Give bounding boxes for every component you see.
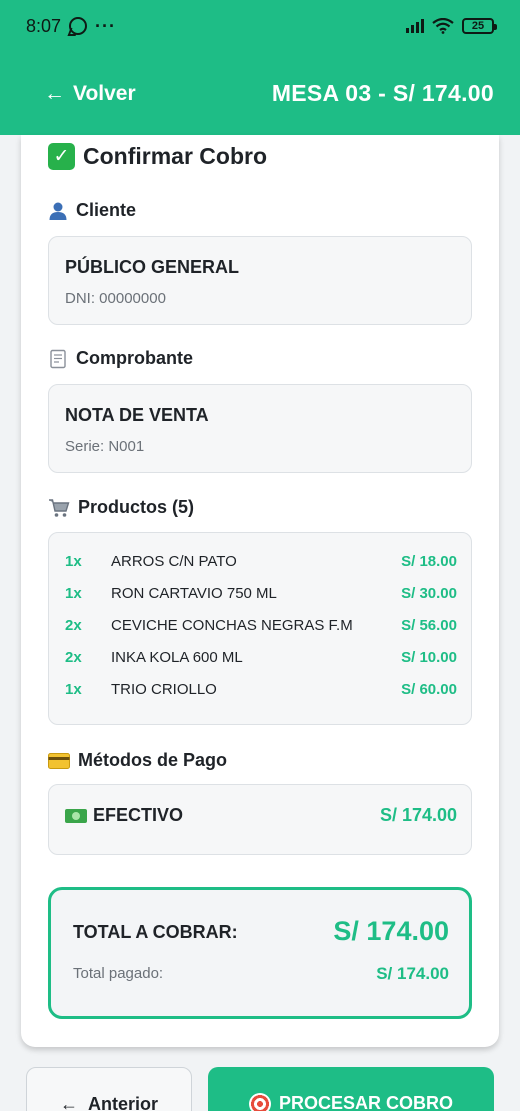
product-name: INKA KOLA 600 ML (111, 648, 243, 666)
voucher-box: NOTA DE VENTA Serie: N001 (48, 384, 472, 473)
product-qty: 1x (65, 552, 82, 570)
more-dots-icon: ··· (95, 15, 117, 36)
product-row: 1x ARROS C/N PATO S/ 18.00 (65, 550, 457, 572)
back-label: Volver (73, 81, 136, 105)
status-right: 25 (406, 18, 497, 34)
product-price: S/ 10.00 (401, 648, 457, 666)
paid-label: Total pagado: (73, 965, 164, 982)
products-section-title: Productos (5) (48, 497, 194, 518)
receipt-icon (50, 349, 66, 368)
product-row: 1x TRIO CRIOLLO S/ 60.00 (65, 678, 457, 700)
previous-arrow-icon: ← (59, 1094, 78, 1111)
voucher-series: Serie: N001 (65, 438, 145, 455)
back-arrow-icon: ← (44, 81, 65, 105)
target-icon (248, 1093, 271, 1111)
back-button[interactable]: ← Volver (44, 82, 136, 106)
client-box: PÚBLICO GENERAL DNI: 00000000 (48, 236, 472, 325)
card-icon (48, 752, 70, 769)
products-section-label: Productos (5) (78, 497, 195, 517)
app-header: ← Volver MESA 03 - S/ 174.00 (0, 52, 520, 135)
client-section-title: Cliente (48, 200, 136, 221)
previous-button[interactable]: ← Anterior (26, 1067, 192, 1111)
product-qty: 2x (65, 616, 82, 634)
product-price: S/ 30.00 (401, 584, 457, 602)
card-title: ✓ Confirmar Cobro (48, 143, 267, 170)
battery-icon: 25 (462, 18, 497, 34)
voucher-section-title: Comprobante (48, 348, 193, 369)
cash-icon (65, 808, 87, 823)
product-name: CEVICHE CONCHAS NEGRAS F.M (111, 616, 353, 634)
check-icon: ✓ (48, 143, 75, 170)
signal-icon (406, 19, 424, 33)
product-name: ARROS C/N PATO (111, 552, 237, 570)
confirm-card: ✓ Confirmar Cobro Cliente PÚBLICO GENERA… (21, 135, 499, 1047)
page-title: MESA 03 - S/ 174.00 (271, 80, 494, 106)
total-label: TOTAL A COBRAR: (73, 922, 238, 942)
product-price: S/ 56.00 (401, 616, 457, 634)
product-name: RON CARTAVIO 750 ML (111, 584, 277, 602)
total-box: TOTAL A COBRAR: S/ 174.00 Total pagado: … (48, 887, 472, 1019)
client-name: PÚBLICO GENERAL (65, 257, 240, 277)
payment-box: EFECTIVO S/ 174.00 (48, 784, 472, 855)
payment-method-name: EFECTIVO (93, 805, 184, 825)
paid-amount: S/ 174.00 (376, 964, 449, 983)
payment-section-label: Métodos de Pago (78, 750, 228, 770)
client-doc: DNI: 00000000 (65, 290, 166, 307)
previous-label: Anterior (87, 1094, 158, 1111)
product-price: S/ 60.00 (401, 680, 457, 698)
client-section-label: Cliente (76, 200, 137, 220)
product-name: TRIO CRIOLLO (111, 680, 217, 698)
card-title-text: Confirmar Cobro (83, 143, 267, 169)
payment-section-title: Métodos de Pago (48, 750, 227, 771)
process-payment-button[interactable]: PROCESAR COBRO (208, 1067, 494, 1111)
status-left: 8:07 ··· (26, 16, 116, 37)
payment-method-row: EFECTIVO S/ 174.00 (65, 805, 457, 826)
voucher-type: NOTA DE VENTA (65, 405, 209, 425)
product-row: 2x INKA KOLA 600 ML S/ 10.00 (65, 646, 457, 668)
voucher-section-label: Comprobante (76, 348, 193, 368)
product-row: 2x CEVICHE CONCHAS NEGRAS F.M S/ 56.00 (65, 614, 457, 636)
product-row: 1x RON CARTAVIO 750 ML S/ 30.00 (65, 582, 457, 604)
wifi-icon (432, 18, 454, 34)
whatsapp-icon (69, 17, 88, 35)
total-amount: S/ 174.00 (333, 916, 449, 946)
process-label: PROCESAR COBRO (278, 1093, 453, 1111)
product-qty: 2x (65, 648, 82, 666)
status-time: 8:07 (26, 15, 62, 36)
cart-icon (49, 498, 70, 517)
product-price: S/ 18.00 (401, 552, 457, 570)
product-qty: 1x (65, 680, 82, 698)
status-bar: 8:07 ··· 25 (0, 0, 520, 52)
products-box: 1x ARROS C/N PATO S/ 18.00 1x RON CARTAV… (48, 532, 472, 725)
user-icon (49, 202, 67, 220)
product-qty: 1x (65, 584, 82, 602)
payment-amount: S/ 174.00 (379, 805, 457, 825)
